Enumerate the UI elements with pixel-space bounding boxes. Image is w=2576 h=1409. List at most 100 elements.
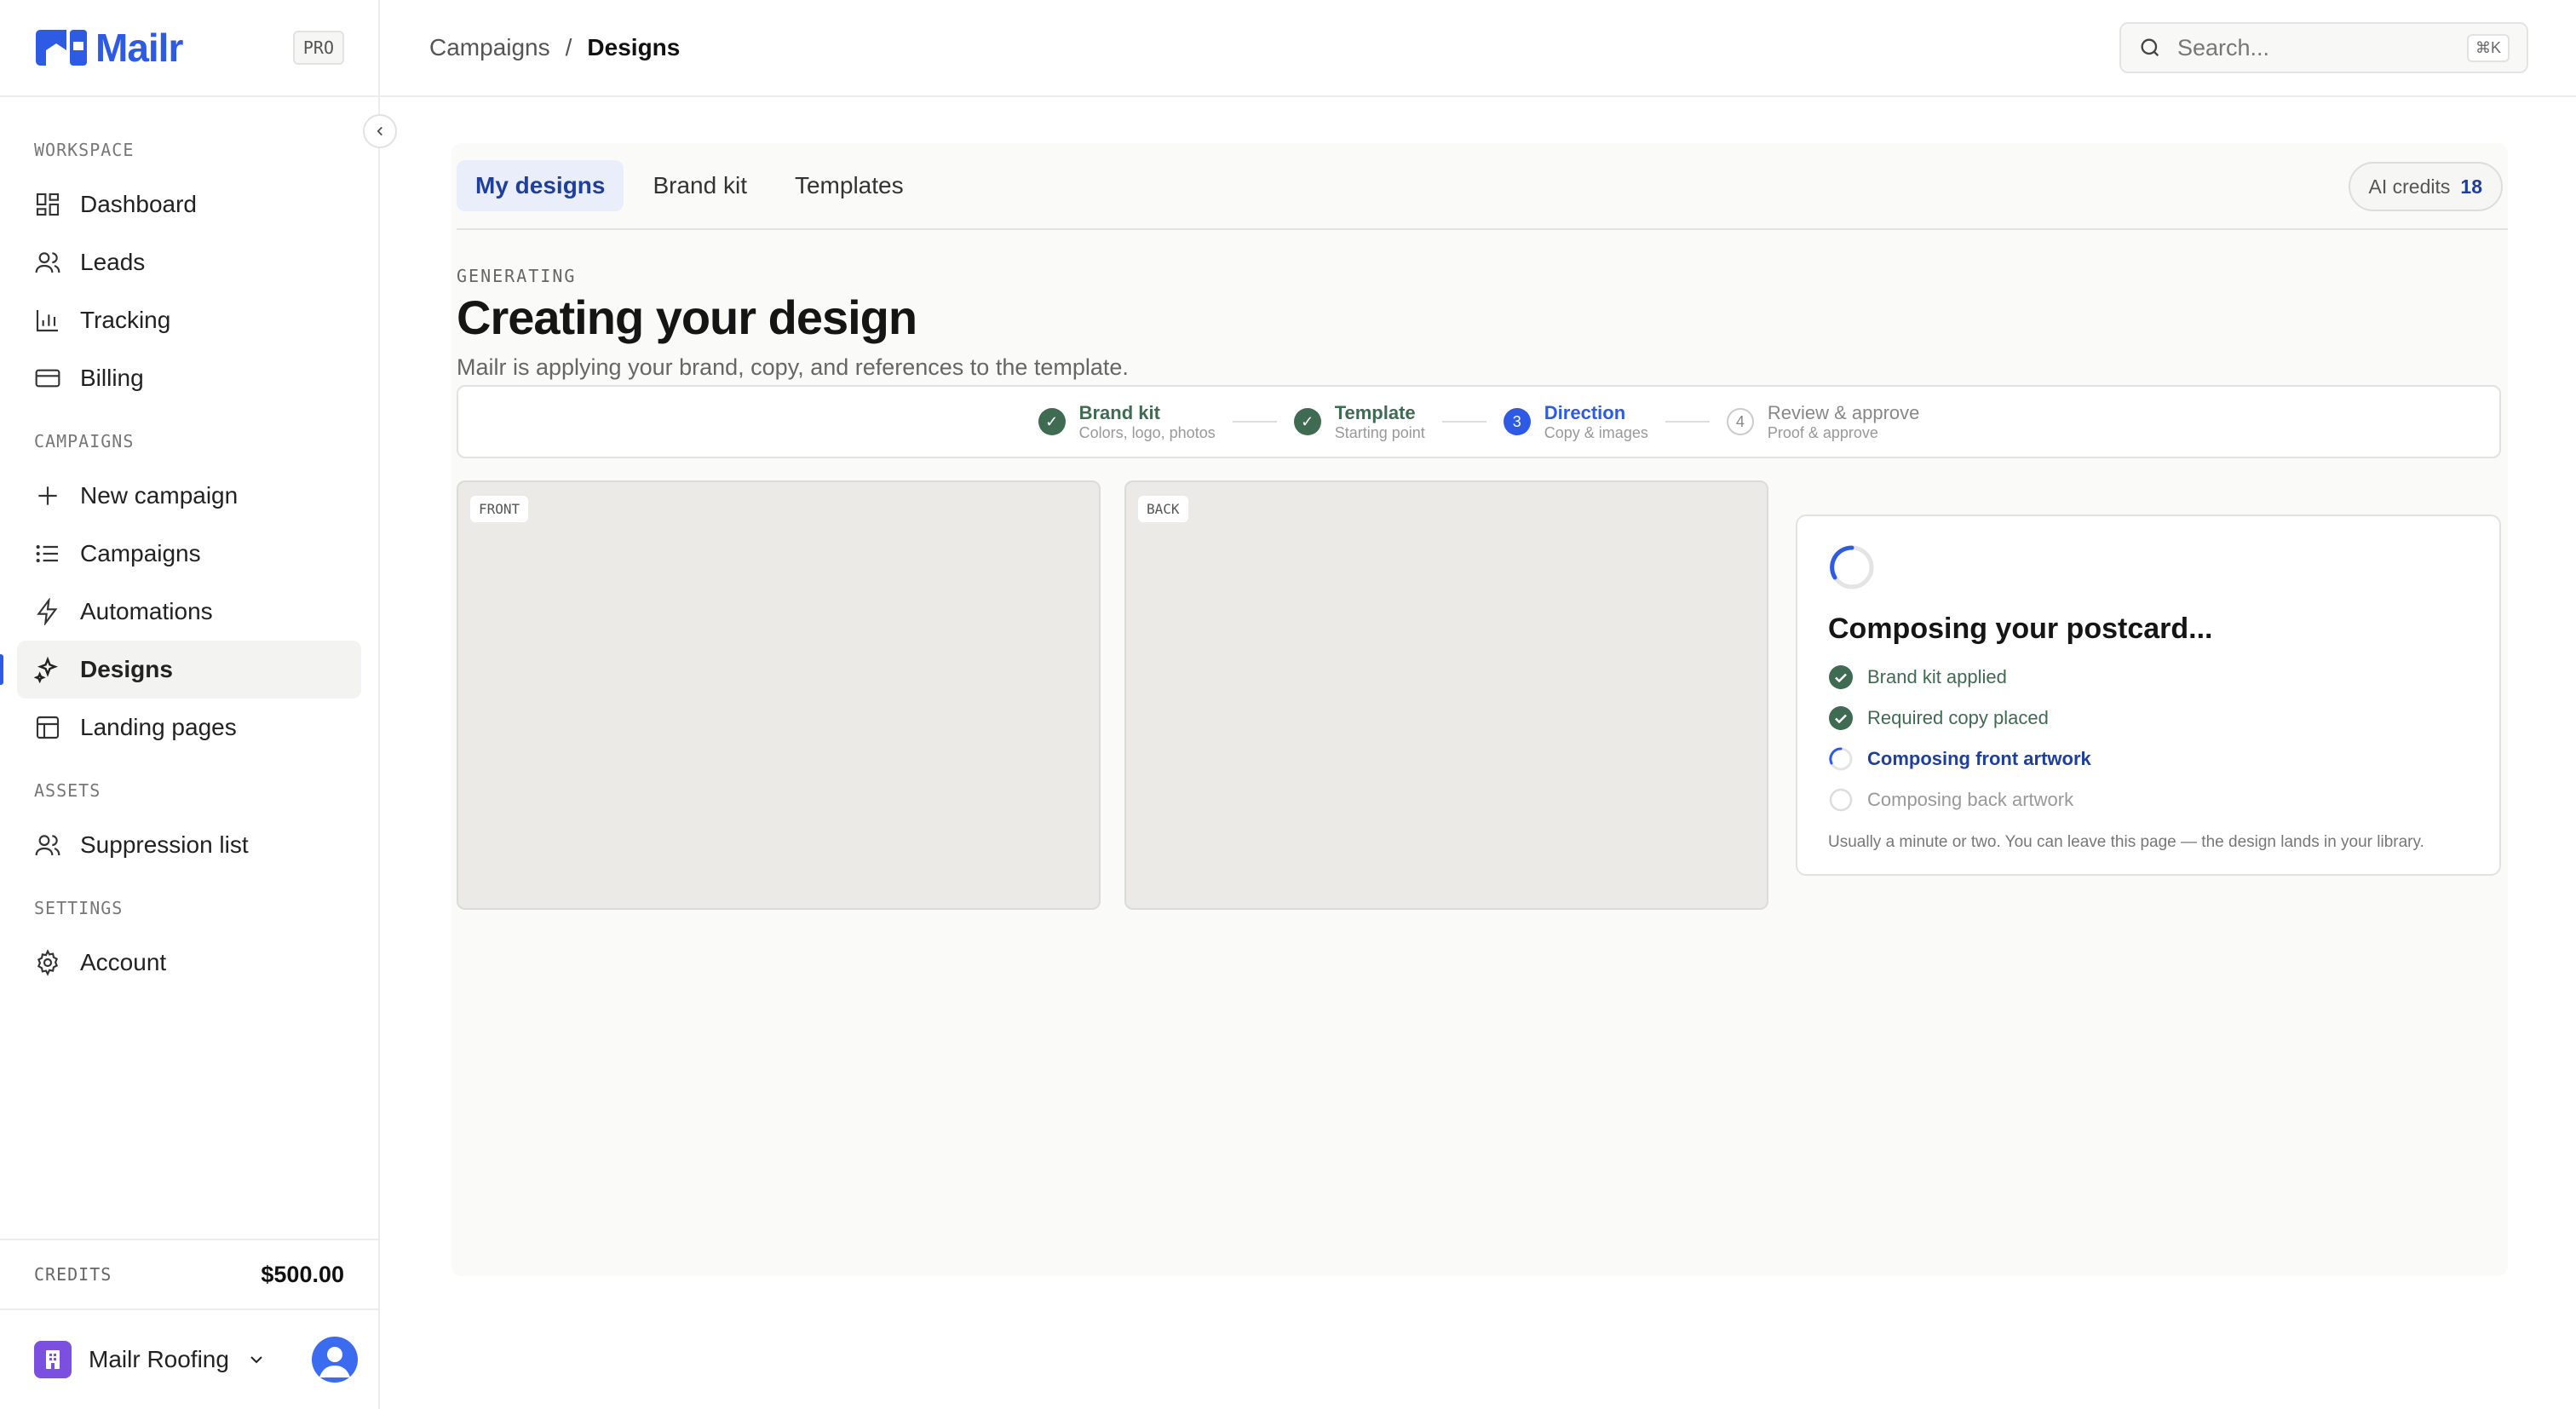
dashboard-icon (36, 193, 60, 216)
breadcrumb-current: Designs (587, 34, 681, 60)
sidebar-item-label: Campaigns (80, 540, 201, 566)
app-logo[interactable]: Mailr (34, 25, 183, 71)
app-name: Mailr (95, 26, 183, 70)
sidebar-item-campaigns[interactable]: Campaigns (17, 525, 361, 583)
account-switcher[interactable]: Mailr Roofing (0, 1310, 378, 1409)
checklist-label: Brand kit applied (1867, 666, 2007, 687)
plus-icon (38, 486, 57, 505)
topbar: Campaigns / Designs Search... ⌘K (380, 0, 2576, 97)
page-title: Creating your design (457, 290, 917, 344)
checklist-label: Composing back artwork (1867, 789, 2074, 810)
step-title: Brand kit (1078, 401, 1160, 423)
step-connector (1232, 421, 1277, 423)
tab-templates[interactable]: Templates (776, 160, 923, 211)
sidebar-header: Mailr PRO (0, 0, 378, 97)
plan-badge: PRO (292, 31, 344, 65)
step-brand-kit[interactable]: ✓ Brand kit Colors, logo, photos (1038, 402, 1216, 442)
sidebar-item-label: Landing pages (80, 714, 237, 740)
nav-section-assets: ASSETS (34, 780, 101, 801)
step-number: 3 (1503, 408, 1531, 435)
checklist-item: Composing back artwork (1828, 787, 2469, 813)
search-icon (2141, 38, 2159, 57)
lightning-icon (37, 598, 58, 625)
list-icon (36, 544, 58, 563)
tab-my-designs[interactable]: My designs (457, 160, 624, 211)
credits-label: CREDITS (34, 1264, 112, 1285)
checklist-label: Required copy placed (1867, 707, 2049, 728)
ai-credits-value: 18 (2460, 175, 2482, 198)
sidebar-item-new-campaign[interactable]: New campaign (17, 467, 361, 525)
front-label: FRONT (470, 496, 529, 522)
sidebar-item-landing-pages[interactable]: Landing pages (17, 699, 361, 756)
status-eyebrow: GENERATING (457, 266, 577, 286)
sidebar-item-account[interactable]: Account (17, 934, 361, 992)
sidebar-item-automations[interactable]: Automations (17, 583, 361, 641)
breadcrumb: Campaigns / Designs (429, 34, 680, 61)
sidebar-item-dashboard[interactable]: Dashboard (17, 175, 361, 233)
building-icon (34, 1341, 72, 1378)
status-note: Usually a minute or two. You can leave t… (1828, 833, 2424, 851)
collapse-sidebar-button[interactable] (363, 114, 397, 148)
sidebar: Mailr PRO WORKSPACE Dashboard Leads Trac… (0, 0, 380, 1409)
ai-credits-badge[interactable]: AI credits 18 (2348, 162, 2503, 211)
org-name: Mailr Roofing (89, 1346, 229, 1372)
sidebar-item-leads[interactable]: Leads (17, 233, 361, 291)
step-subtitle: Colors, logo, photos (1078, 423, 1216, 441)
sparkles-icon (34, 656, 59, 683)
check-icon: ✓ (1293, 408, 1321, 435)
avatar[interactable] (312, 1337, 358, 1383)
empty-circle-icon (1829, 788, 1853, 812)
designs-panel: My designs Brand kit Templates AI credit… (451, 143, 2508, 1276)
check-circle-icon (1829, 665, 1853, 689)
credits-row: CREDITS $500.00 (0, 1239, 378, 1310)
credits-value: $500.00 (261, 1261, 344, 1287)
sidebar-item-label: New campaign (80, 482, 239, 509)
step-review-approve: 4 Review & approve Proof & approve (1726, 402, 1919, 442)
search-input[interactable]: Search... ⌘K (2119, 22, 2528, 73)
chevron-down-icon[interactable] (246, 1349, 267, 1370)
progress-checklist: Brand kit applied Required copy placed C… (1828, 664, 2469, 813)
sidebar-nav: WORKSPACE Dashboard Leads Tracking Billi… (0, 97, 378, 992)
sidebar-item-label: Designs (80, 656, 173, 682)
step-number: 4 (1726, 408, 1754, 435)
check-circle-icon (1829, 706, 1853, 730)
tab-brand-kit[interactable]: Brand kit (634, 160, 766, 211)
generation-status-card: Composing your postcard... Brand kit app… (1796, 515, 2501, 876)
checklist-item: Brand kit applied (1828, 664, 2469, 690)
design-tabs: My designs Brand kit Templates (457, 160, 923, 211)
sidebar-item-suppression-list[interactable]: Suppression list (17, 816, 361, 874)
ai-credits-label: AI credits (2368, 175, 2451, 198)
sidebar-item-label: Account (80, 949, 167, 975)
layout-icon (36, 716, 60, 739)
sidebar-item-label: Suppression list (80, 831, 249, 858)
checklist-item: Composing front artwork (1828, 746, 2469, 772)
search-placeholder: Search... (2177, 34, 2270, 60)
step-title: Template (1334, 401, 1416, 423)
gear-icon (37, 949, 59, 976)
checklist-label: Composing front artwork (1867, 748, 2091, 769)
sidebar-item-billing[interactable]: Billing (17, 349, 361, 407)
step-title: Direction (1544, 401, 1626, 423)
sidebar-item-label: Dashboard (80, 191, 197, 217)
credit-card-icon (35, 369, 60, 388)
step-connector (1441, 421, 1486, 423)
sidebar-item-label: Leads (80, 249, 146, 275)
breadcrumb-campaigns[interactable]: Campaigns (429, 34, 550, 61)
search-shortcut: ⌘K (2466, 33, 2510, 62)
nav-section-campaigns: CAMPAIGNS (34, 431, 135, 451)
sidebar-item-designs[interactable]: Designs (0, 641, 361, 699)
sidebar-item-label: Billing (80, 365, 144, 391)
loading-icon (1829, 747, 1853, 771)
step-template[interactable]: ✓ Template Starting point (1293, 401, 1425, 442)
progress-stepper: ✓ Brand kit Colors, logo, photos ✓ Templ… (457, 385, 2501, 458)
page-subtitle: Mailr is applying your brand, copy, and … (457, 354, 1129, 380)
bar-chart-icon (36, 310, 58, 332)
users-icon (35, 252, 60, 273)
step-direction[interactable]: 3 Direction Copy & images (1503, 401, 1648, 442)
sidebar-item-tracking[interactable]: Tracking (17, 291, 361, 349)
spinner-icon (1830, 545, 1874, 589)
nav-section-workspace: WORKSPACE (34, 140, 135, 160)
step-connector (1665, 421, 1710, 423)
chevron-left-icon (377, 126, 382, 136)
sidebar-item-label: Automations (80, 598, 213, 624)
